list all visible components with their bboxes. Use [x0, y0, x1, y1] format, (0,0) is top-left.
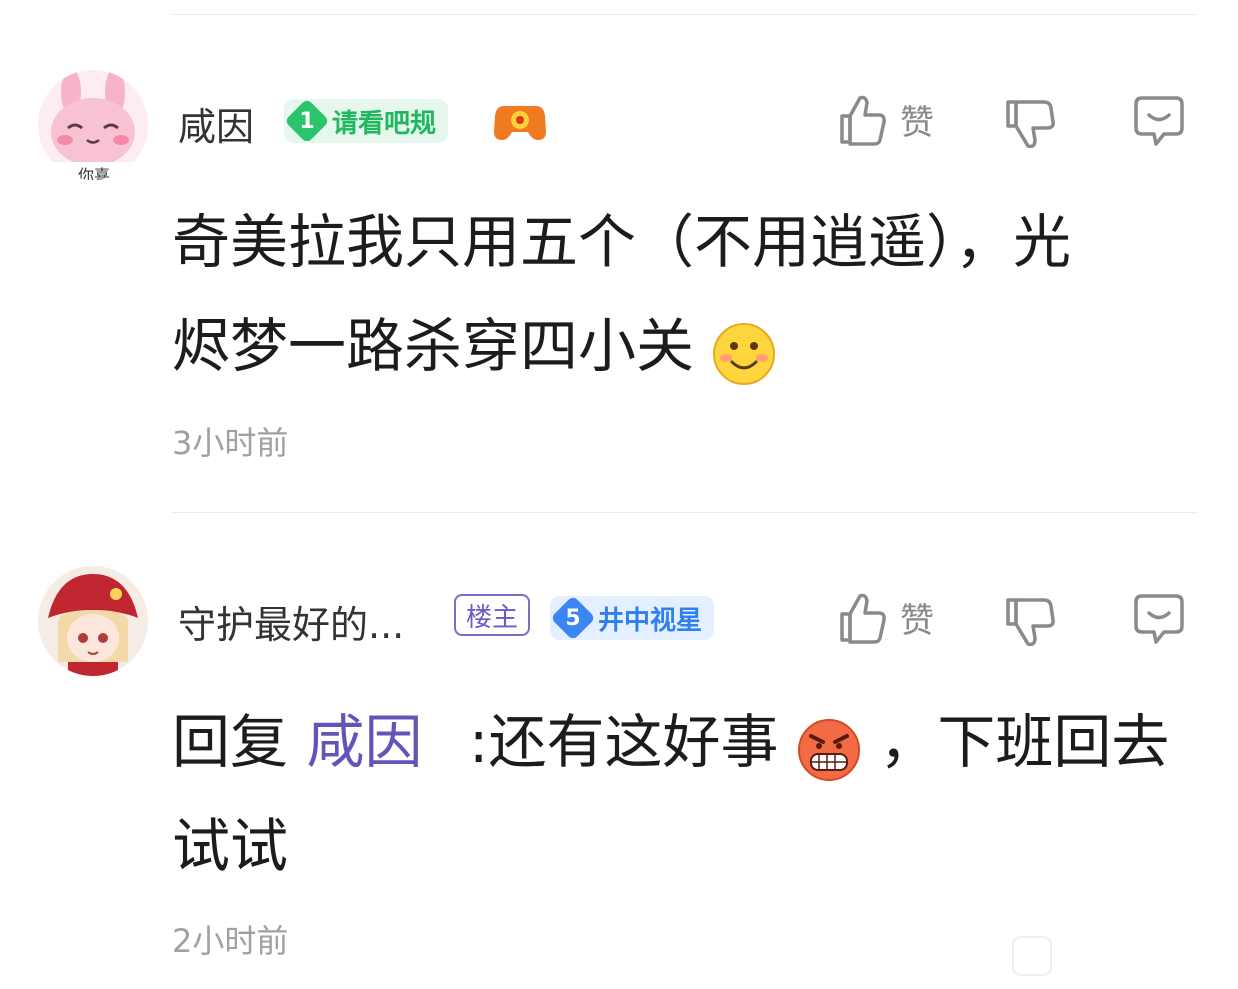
comment-bubble-icon — [1134, 594, 1184, 644]
dislike-button[interactable] — [1004, 594, 1056, 650]
owner-tag: 楼主 — [454, 594, 531, 636]
content-line: 烬梦一路杀穿四小关 — [172, 294, 1071, 398]
like-label: 赞 — [900, 102, 934, 143]
thumbs-down-icon — [1006, 100, 1055, 149]
timestamp: 3小时前 — [172, 424, 289, 462]
timestamp: 2小时前 — [172, 922, 289, 960]
anime-girl-avatar-icon — [38, 566, 148, 676]
level-badge[interactable]: 5 井中视星 — [550, 595, 715, 641]
content-line: 试试 — [172, 812, 289, 880]
divider-top — [172, 14, 1198, 15]
like-button[interactable]: 赞 — [838, 92, 934, 146]
level-diamond-icon: 5 — [550, 595, 596, 641]
dislike-button[interactable] — [1004, 96, 1056, 152]
comment-content: 回复 咸因 :还有这好事 ，下班回去 试试 — [172, 690, 1169, 898]
reply-button[interactable] — [1132, 94, 1186, 148]
mention-link[interactable]: 咸因 — [306, 708, 422, 776]
gamepad-badge-icon — [494, 100, 546, 146]
level-title: 井中视星 — [598, 605, 703, 636]
like-button[interactable]: 赞 — [838, 590, 934, 644]
content-text: :还有这好事 — [468, 708, 779, 776]
grimace-emoji-icon — [797, 710, 861, 781]
watermark-icon — [1012, 936, 1052, 976]
level-title: 请看吧规 — [332, 108, 437, 139]
reply-button[interactable] — [1132, 592, 1186, 646]
username[interactable]: 咸因 — [178, 96, 254, 151]
comment-content: 奇美拉我只用五个（不用逍遥），光 烬梦一路杀穿四小关 — [172, 190, 1071, 398]
content-line: 奇美拉我只用五个（不用逍遥），光 — [172, 208, 1072, 276]
thumbs-up-icon — [840, 593, 886, 644]
content-line: 回复 咸因 :还有这好事 ，下班回去 — [172, 690, 1169, 794]
avatar[interactable] — [38, 566, 148, 676]
like-label: 赞 — [900, 600, 934, 641]
username[interactable]: 守护最好的... — [178, 594, 404, 649]
level-badge[interactable]: 1 请看吧规 — [284, 98, 449, 144]
avatar[interactable]: 你喜 — [38, 70, 148, 180]
divider — [172, 512, 1198, 513]
level-diamond-icon: 1 — [284, 98, 330, 144]
thumbs-up-icon — [840, 95, 886, 146]
smile-emoji-icon — [712, 314, 776, 385]
avatar-caption: 你喜 — [78, 166, 111, 180]
content-text: ，下班回去 — [879, 708, 1170, 776]
thumbs-down-icon — [1006, 598, 1055, 647]
reply-prefix: 回复 — [172, 708, 289, 776]
comment-bubble-icon — [1134, 96, 1184, 146]
